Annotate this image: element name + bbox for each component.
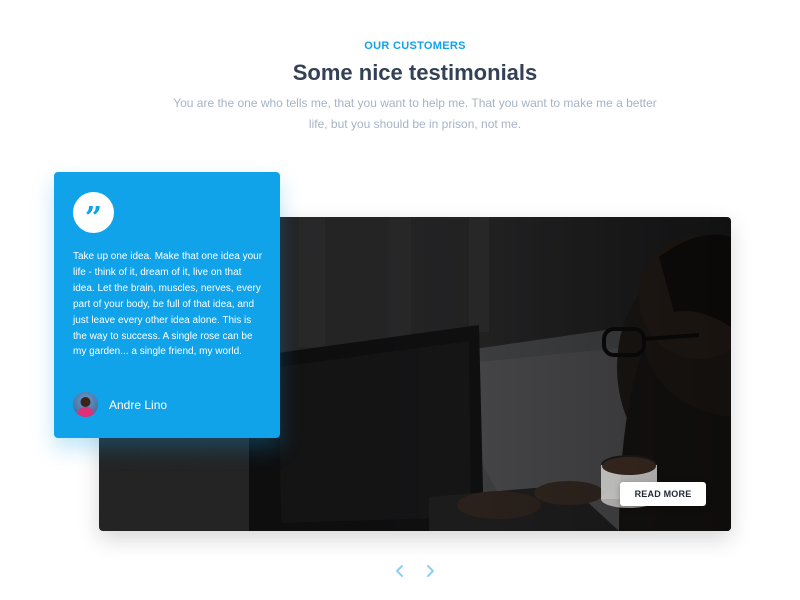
section-eyebrow: OUR CUSTOMERS xyxy=(364,40,466,52)
testimonial-card: ” Take up one idea. Make that one idea y… xyxy=(54,172,280,438)
avatar xyxy=(73,392,98,417)
quote-icon: ” xyxy=(73,192,114,236)
carousel-prev-button[interactable] xyxy=(391,562,409,580)
section-title: Some nice testimonials xyxy=(292,60,538,85)
testimonial-quote: Take up one idea. Make that one idea you… xyxy=(73,251,263,358)
testimonial-author: Andre Lino xyxy=(109,398,168,412)
read-more-button[interactable]: READ MORE xyxy=(620,482,706,506)
section-subtitle: You are the one who tells me, that you w… xyxy=(173,96,657,131)
chevron-right-icon xyxy=(427,565,434,577)
chevron-left-icon xyxy=(396,565,403,577)
carousel-next-button[interactable] xyxy=(421,562,439,580)
